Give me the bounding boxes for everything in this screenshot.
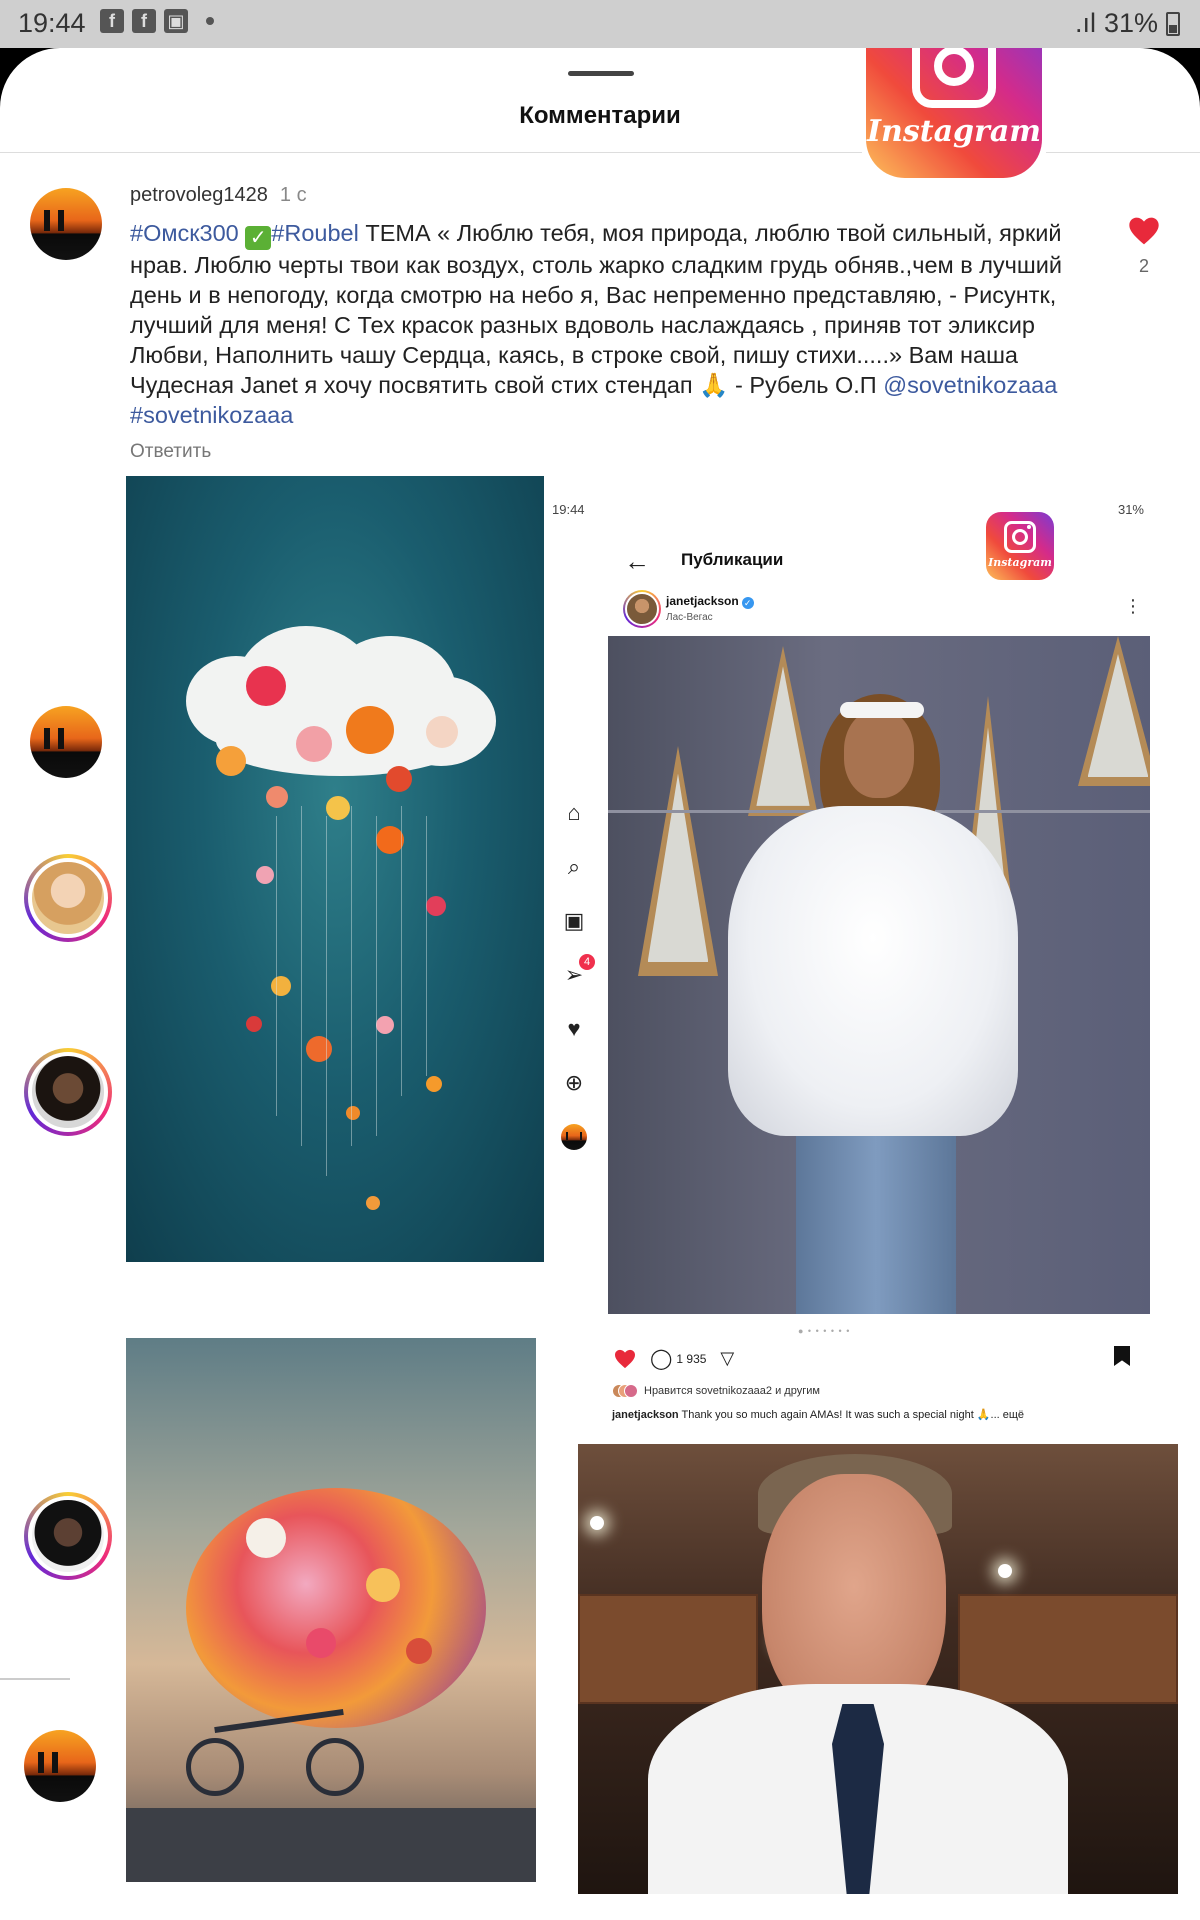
flower-cloud-image	[126, 476, 544, 1262]
battery-icon	[1166, 11, 1180, 36]
hashtag-link[interactable]: #sovetnikozaaa	[130, 402, 293, 428]
embedded-status-battery: 31%	[1117, 502, 1144, 517]
story-avatar[interactable]	[24, 854, 112, 942]
battery-percent: 31%	[1103, 8, 1158, 38]
comment-signature: - Рубель О.П	[728, 372, 884, 398]
pray-emoji: 🙏	[699, 372, 729, 398]
notification-badge: 4	[579, 954, 595, 970]
back-arrow-icon: ←	[624, 546, 650, 576]
embedded-caption: janetjackson Thank you so much again AMA…	[612, 1409, 1025, 1421]
instagram-logo: Instagram	[866, 48, 1042, 178]
embedded-post-screenshot: 19:44 31% ⌂ ⌕ ▣ ➢ 4 ♥ ⊕ ← Публикации jane…	[548, 500, 1150, 1430]
search-icon: ⌕	[567, 854, 581, 879]
facebook-icon: f	[132, 9, 156, 33]
flower-bicycle-image	[126, 1338, 536, 1882]
embedded-likes-text: Нравится sovetnikozaaa2 и другим	[644, 1385, 820, 1397]
embedded-location: Лас-Вегас	[666, 612, 713, 623]
bookmark-icon	[1114, 1346, 1130, 1366]
signal-icon: .ıl	[1074, 8, 1096, 38]
mention-link[interactable]: @sovetnikozaaa	[883, 372, 1057, 398]
notification-dot-icon	[206, 17, 214, 25]
verified-icon: ✓	[741, 597, 754, 609]
status-time: 19:44	[18, 8, 86, 38]
embedded-avatar	[623, 590, 661, 628]
heart-icon	[615, 1349, 635, 1368]
avatar[interactable]	[30, 706, 102, 778]
check-mark-emoji: ✓	[245, 226, 272, 250]
story-avatar[interactable]	[24, 1492, 112, 1580]
reels-icon: ▣	[563, 908, 585, 933]
embedded-title: Публикации	[681, 550, 784, 569]
hashtag-link[interactable]: #Омск300	[130, 220, 239, 246]
comments-sheet: Комментарии petrovoleg1428 1 с #Омск300 ✓…	[0, 48, 1200, 1920]
avatar[interactable]	[30, 188, 102, 260]
comment-text: #Омск300 ✓ #Roubel ТЕМА « Люблю тебя, моя…	[130, 218, 1090, 430]
drag-handle[interactable]	[568, 71, 634, 76]
like-count: 2	[1138, 256, 1149, 276]
divider	[0, 1678, 70, 1680]
comment-time: 1 с	[279, 184, 307, 206]
avatar[interactable]	[24, 1730, 96, 1802]
heart-icon[interactable]	[1128, 216, 1160, 246]
image-icon: ▣	[164, 9, 188, 33]
more-options-icon: ⋮	[1124, 596, 1142, 616]
plus-icon: ⊕	[564, 1070, 584, 1095]
hashtag-link[interactable]: #Roubel	[271, 220, 359, 246]
comment-header: petrovoleg1428 1 с	[130, 184, 307, 207]
status-bar: 19:44 f f ▣ .ıl 31%	[0, 0, 1200, 48]
instagram-logo: Instagram	[986, 512, 1054, 580]
share-icon: ▽	[720, 1348, 735, 1368]
embedded-comment-count: 1 935	[676, 1351, 707, 1366]
direct-message-icon: ➢ 4	[561, 954, 595, 988]
facebook-icon: f	[100, 9, 124, 33]
comment-icon: ◯	[650, 1348, 673, 1370]
janet-photo	[608, 636, 1150, 1314]
carousel-dots: ● • • • • • •	[798, 1326, 851, 1336]
comment-username[interactable]: petrovoleg1428	[130, 184, 268, 206]
reply-button[interactable]: Ответить	[130, 441, 211, 463]
heart-icon: ♥	[567, 1016, 581, 1041]
embedded-side-nav: ⌂ ⌕ ▣ ➢ 4 ♥ ⊕	[556, 800, 595, 1150]
embedded-status-time: 19:44	[552, 502, 585, 517]
story-avatar[interactable]	[24, 1048, 112, 1136]
profile-avatar-icon	[561, 1124, 587, 1150]
embedded-username: janetjackson ✓	[666, 594, 754, 609]
selfie-photo	[578, 1444, 1178, 1894]
home-icon: ⌂	[567, 800, 581, 825]
